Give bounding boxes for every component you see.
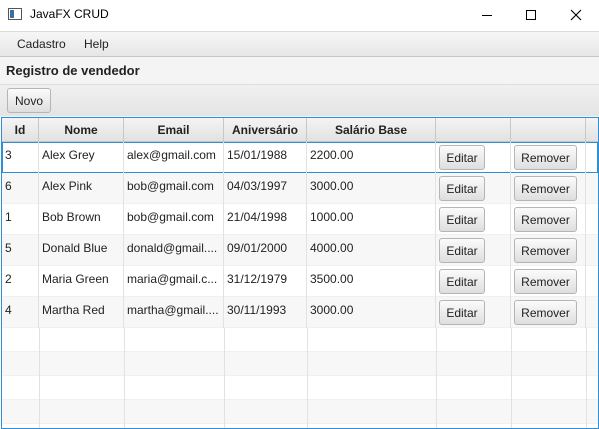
column-divider [586,328,587,428]
toolbar: Novo [0,84,599,116]
cell-nome: Maria Green [39,266,124,297]
maximize-icon [526,10,536,20]
cell-aniversario: 31/12/1979 [224,266,307,297]
new-button[interactable]: Novo [7,88,51,113]
column-header-aniversario[interactable]: Aniversário [224,118,307,142]
edit-button[interactable]: Editar [439,145,485,170]
close-icon [570,9,582,21]
cell-nome: Martha Red [39,297,124,328]
empty-table-row [2,352,598,376]
edit-button[interactable]: Editar [439,269,485,294]
close-button[interactable] [553,0,599,30]
column-header-nome[interactable]: Nome [39,118,124,142]
remove-button[interactable]: Remover [514,238,577,263]
remove-button[interactable]: Remover [514,145,577,170]
table-header: Id Nome Email Aniversário Salário Base [2,118,598,142]
edit-button[interactable]: Editar [439,238,485,263]
remove-button[interactable]: Remover [514,269,577,294]
cell-aniversario: 21/04/1998 [224,204,307,235]
cell-id: 3 [2,142,39,173]
minimize-icon [482,14,492,16]
cell-salario: 3000.00 [307,173,436,204]
cell-salario: 3500.00 [307,266,436,297]
cell-salario: 3000.00 [307,297,436,328]
cell-salario: 1000.00 [307,204,436,235]
page-title: Registro de vendedor [6,63,140,78]
cell-edit: Editar [436,173,511,204]
column-divider [224,328,225,428]
cell-nome: Bob Brown [39,204,124,235]
cell-email: bob@gmail.com [124,204,224,235]
vendedor-table[interactable]: Id Nome Email Aniversário Salário Base 3… [1,117,599,429]
cell-aniversario: 15/01/1988 [224,142,307,173]
cell-aniversario: 04/03/1997 [224,173,307,204]
cell-edit: Editar [436,235,511,266]
cell-id: 1 [2,204,39,235]
maximize-button[interactable] [508,0,554,30]
header-area: Registro de vendedor Novo [0,57,599,117]
edit-button[interactable]: Editar [439,207,485,232]
table-row[interactable]: 6 Alex Pink bob@gmail.com 04/03/1997 300… [2,173,598,204]
empty-table-row [2,424,598,428]
cell-email: bob@gmail.com [124,173,224,204]
cell-id: 5 [2,235,39,266]
column-divider [511,328,512,428]
table-row[interactable]: 5 Donald Blue donald@gmail.... 09/01/200… [2,235,598,266]
cell-remove: Remover [511,297,586,328]
cell-edit: Editar [436,142,511,173]
menu-cadastro[interactable]: Cadastro [17,37,66,51]
column-header-edit [436,118,511,142]
cell-nome: Alex Grey [39,142,124,173]
column-header-email[interactable]: Email [124,118,224,142]
remove-button[interactable]: Remover [514,176,577,201]
cell-remove: Remover [511,173,586,204]
empty-table-row [2,376,598,400]
window-title: JavaFX CRUD [30,7,109,21]
cell-email: maria@gmail.c... [124,266,224,297]
cell-edit: Editar [436,266,511,297]
cell-remove: Remover [511,266,586,297]
cell-aniversario: 30/11/1993 [224,297,307,328]
title-bar: JavaFX CRUD [0,0,599,30]
edit-button[interactable]: Editar [439,176,485,201]
cell-edit: Editar [436,204,511,235]
cell-salario: 2200.00 [307,142,436,173]
cell-aniversario: 09/01/2000 [224,235,307,266]
empty-table-row [2,400,598,424]
column-header-salario[interactable]: Salário Base [307,118,436,142]
edit-button[interactable]: Editar [439,300,485,325]
menu-help[interactable]: Help [84,37,109,51]
column-divider [39,328,40,428]
column-header-remove [511,118,586,142]
cell-salario: 4000.00 [307,235,436,266]
remove-button[interactable]: Remover [514,207,577,232]
cell-email: donald@gmail.... [124,235,224,266]
cell-edit: Editar [436,297,511,328]
column-divider [307,328,308,428]
table-row[interactable]: 4 Martha Red martha@gmail.... 30/11/1993… [2,297,598,328]
table-row[interactable]: 3 Alex Grey alex@gmail.com 15/01/1988 22… [2,142,598,173]
cell-nome: Donald Blue [39,235,124,266]
empty-table-row [2,328,598,352]
column-divider [124,328,125,428]
minimize-button[interactable] [464,0,510,30]
cell-email: martha@gmail.... [124,297,224,328]
cell-id: 6 [2,173,39,204]
cell-remove: Remover [511,142,586,173]
remove-button[interactable]: Remover [514,300,577,325]
app-window-icon [8,8,22,20]
column-divider [436,328,437,428]
menu-bar: Cadastro Help [0,31,599,57]
cell-remove: Remover [511,204,586,235]
cell-email: alex@gmail.com [124,142,224,173]
table-row[interactable]: 1 Bob Brown bob@gmail.com 21/04/1998 100… [2,204,598,235]
table-row[interactable]: 2 Maria Green maria@gmail.c... 31/12/197… [2,266,598,297]
cell-remove: Remover [511,235,586,266]
cell-id: 2 [2,266,39,297]
cell-nome: Alex Pink [39,173,124,204]
column-header-id[interactable]: Id [2,118,39,142]
column-header-filler [586,118,598,142]
cell-id: 4 [2,297,39,328]
